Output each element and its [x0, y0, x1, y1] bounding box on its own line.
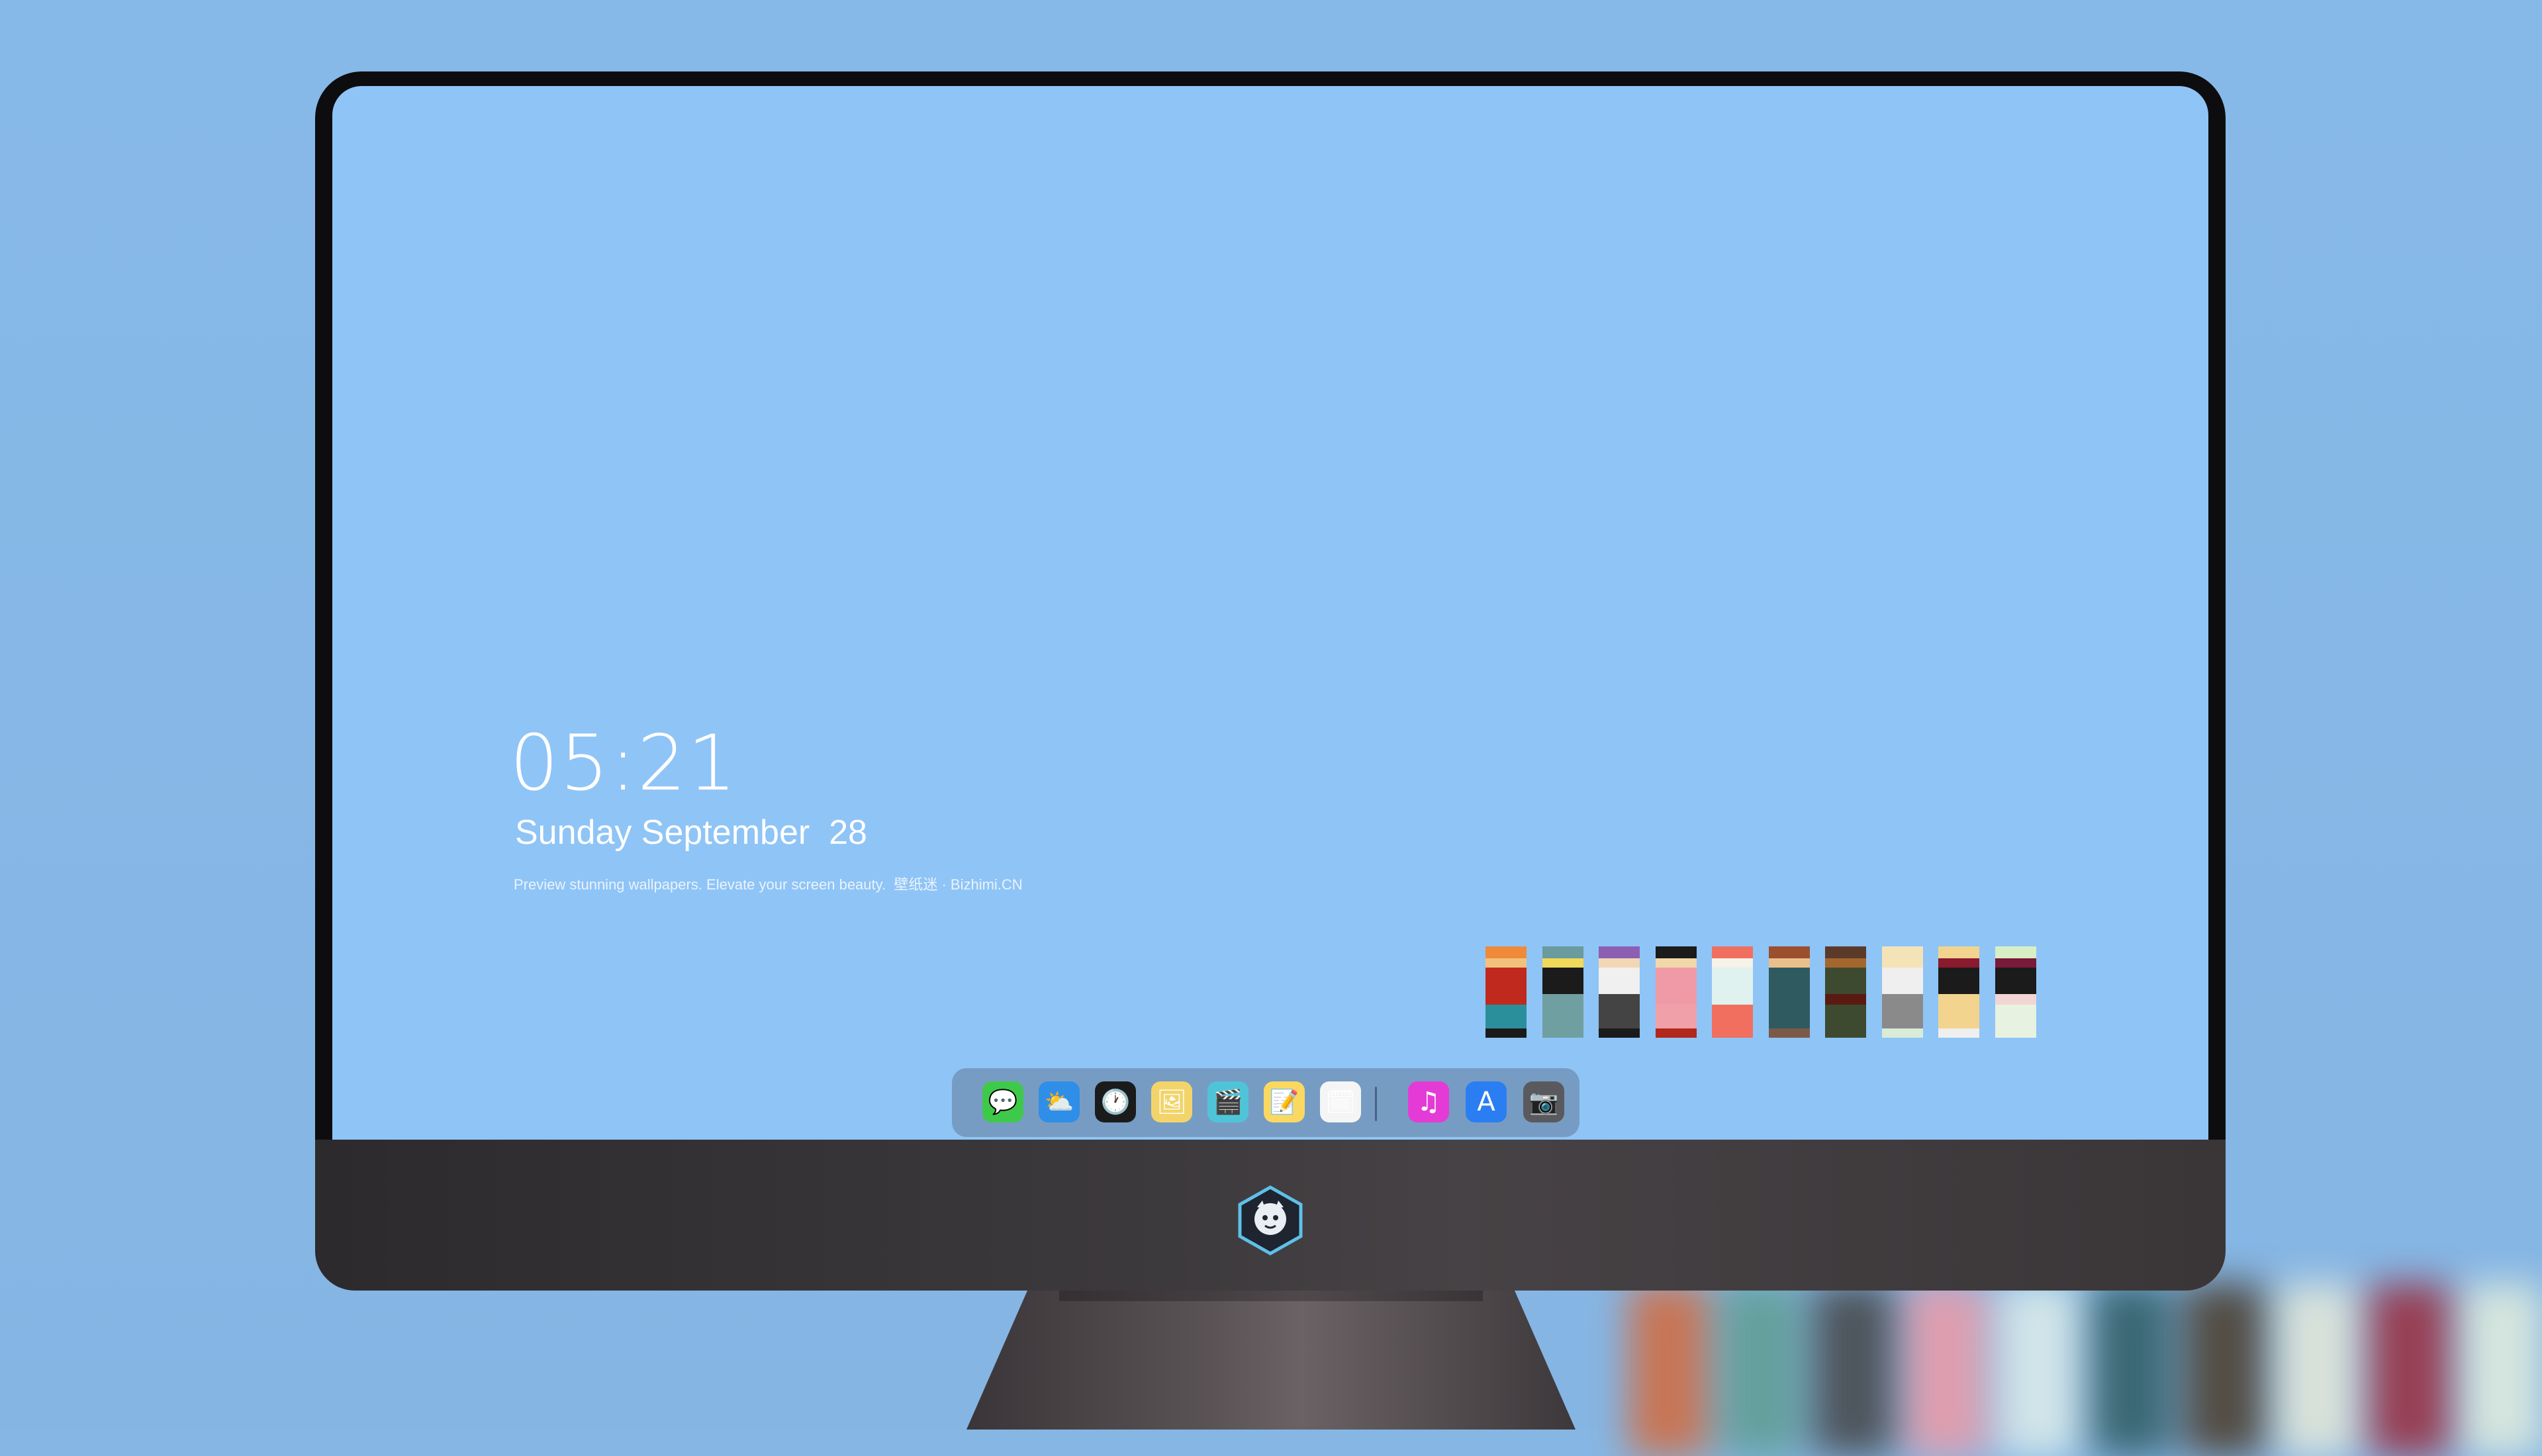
book-stripe — [1938, 968, 1979, 994]
book-stripe — [1825, 958, 1866, 968]
book-stripe — [1485, 958, 1527, 968]
book-stripe — [1485, 1028, 1527, 1038]
book-10[interactable] — [1995, 946, 2036, 1038]
book-stripe — [1542, 968, 1583, 994]
photo-booth-icon[interactable]: 🗓 — [1320, 1081, 1361, 1122]
book-stripe — [1881, 946, 1923, 958]
book-stripe — [1655, 1005, 1697, 1028]
book-stripe — [1542, 994, 1583, 1005]
book-stripe — [1712, 958, 1753, 968]
book-stripe — [1995, 958, 2036, 968]
book-stripe — [1825, 1005, 1866, 1028]
book-stripe — [1995, 1028, 2036, 1038]
preview-icon[interactable]: 🖼 — [1151, 1081, 1192, 1122]
book-4[interactable] — [1655, 946, 1697, 1038]
dock: 💬 ⛅ 🕐 🖼 🎬 📝 🗓 ♫ A 📷 — [952, 1068, 1579, 1137]
book-stripe — [1938, 994, 1979, 1005]
book-stripe — [1485, 968, 1527, 994]
book-stripe — [1655, 994, 1697, 1005]
wallpaper-tagline[interactable]: Preview stunning wallpapers. Elevate you… — [514, 873, 1023, 894]
book-stripe — [1825, 994, 1866, 1005]
book-stripe — [1485, 946, 1527, 958]
book-stripe — [1768, 968, 1810, 994]
book-stripe — [1599, 968, 1640, 994]
book-stripe — [1938, 958, 1979, 968]
book-stripe — [1655, 958, 1697, 968]
book-stripe — [1768, 1028, 1810, 1038]
book-8[interactable] — [1881, 946, 1923, 1038]
book-stripe — [1712, 994, 1753, 1005]
clock-time: 05:21 — [510, 719, 738, 808]
book-stripe — [1995, 968, 2036, 994]
book-stripe — [1599, 1028, 1640, 1038]
book-stripe — [1938, 1005, 1979, 1028]
book-stripe — [1995, 1005, 2036, 1028]
book-stripe — [1938, 1028, 1979, 1038]
book-stripe — [1881, 994, 1923, 1005]
app-store-icon[interactable]: A — [1466, 1081, 1507, 1122]
book-stripe — [1542, 958, 1583, 968]
book-stripe — [1768, 958, 1810, 968]
notes-icon[interactable]: 📝 — [1264, 1081, 1305, 1122]
book-stripe — [1542, 946, 1583, 958]
weather-icon[interactable]: ⛅ — [1039, 1081, 1080, 1122]
monitor-stand — [966, 1291, 1576, 1430]
book-stripe — [1542, 1028, 1583, 1038]
brand-logo-icon — [1235, 1185, 1306, 1256]
book-6[interactable] — [1768, 946, 1810, 1038]
book-stripe — [1485, 994, 1527, 1005]
book-stripe — [1768, 1005, 1810, 1028]
book-stripe — [1825, 968, 1866, 994]
book-stripe — [1881, 968, 1923, 994]
book-5[interactable] — [1712, 946, 1753, 1038]
date-text: Sunday September 28 — [515, 813, 867, 852]
book-1[interactable] — [1485, 946, 1527, 1038]
book-stripe — [1768, 994, 1810, 1005]
book-stripe — [1881, 1028, 1923, 1038]
itunes-icon[interactable]: ♫ — [1408, 1081, 1449, 1122]
camera-icon[interactable]: 📷 — [1523, 1081, 1564, 1122]
book-stripe — [1995, 994, 2036, 1005]
book-stripe — [1599, 994, 1640, 1005]
clips-icon[interactable]: 🎬 — [1207, 1081, 1248, 1122]
book-stripe — [1655, 968, 1697, 994]
book-stripe — [1825, 946, 1866, 958]
book-stripe — [1485, 1005, 1527, 1028]
book-2[interactable] — [1542, 946, 1583, 1038]
book-stripe — [1768, 946, 1810, 958]
book-stripe — [1599, 946, 1640, 958]
messages-icon[interactable]: 💬 — [982, 1081, 1023, 1122]
book-stripe — [1712, 1028, 1753, 1038]
book-stripe — [1599, 1005, 1640, 1028]
clock-icon[interactable]: 🕐 — [1095, 1081, 1136, 1122]
book-stripe — [1995, 946, 2036, 958]
book-stripe — [1542, 1005, 1583, 1028]
stand-shadow — [1059, 1291, 1483, 1301]
book-stripe — [1655, 1028, 1697, 1038]
book-stripe — [1712, 1005, 1753, 1028]
book-stripe — [1881, 958, 1923, 968]
dock-separator — [1375, 1087, 1377, 1121]
book-3[interactable] — [1599, 946, 1640, 1038]
desktop-screen: 05:21 Sunday September 28 Preview stunni… — [332, 86, 2208, 1140]
book-stripe — [1712, 968, 1753, 994]
bookshelf-widget — [1485, 946, 2055, 1039]
book-7[interactable] — [1825, 946, 1866, 1038]
book-stripe — [1938, 946, 1979, 958]
book-9[interactable] — [1938, 946, 1979, 1038]
book-stripe — [1655, 946, 1697, 958]
book-stripe — [1825, 1028, 1866, 1038]
book-stripe — [1712, 946, 1753, 958]
book-stripe — [1599, 958, 1640, 968]
book-stripe — [1881, 1005, 1923, 1028]
